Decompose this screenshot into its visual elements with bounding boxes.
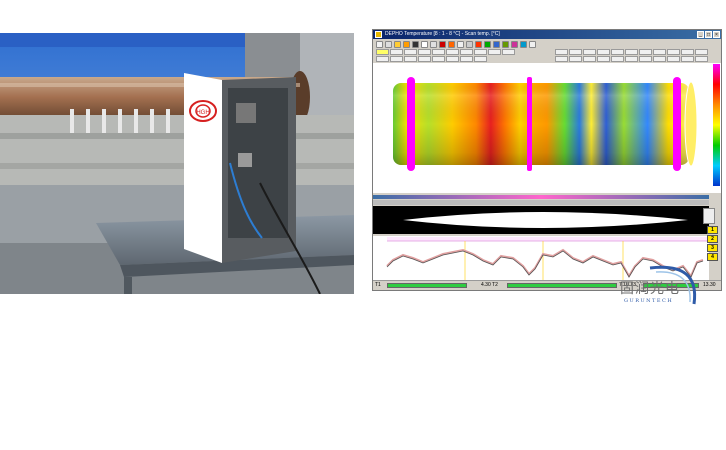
view-tab[interactable] <box>390 56 403 62</box>
status-t2: 4.30 T2 <box>481 282 498 288</box>
side-button-3[interactable]: 3 <box>707 244 718 252</box>
view-tab[interactable] <box>460 49 473 55</box>
view-tab[interactable] <box>446 56 459 62</box>
view-tab[interactable] <box>639 49 652 55</box>
view-tab[interactable] <box>376 56 389 62</box>
view-tab[interactable] <box>488 49 501 55</box>
view-tab[interactable] <box>460 56 473 62</box>
view-tab[interactable] <box>597 56 610 62</box>
view-tab[interactable] <box>555 49 568 55</box>
tyre-marker-2 <box>527 77 532 171</box>
side-button-2[interactable]: 2 <box>707 235 718 243</box>
view-tab[interactable] <box>583 56 596 62</box>
view-tab[interactable] <box>376 49 389 55</box>
status-t1: T1 <box>375 282 381 288</box>
view-tab[interactable] <box>653 49 666 55</box>
minimize-button[interactable]: _ <box>697 31 704 38</box>
view-tab[interactable] <box>569 49 582 55</box>
palette-icon[interactable] <box>493 40 500 48</box>
view-tabs-right-2 <box>555 56 708 62</box>
scanner-app-window: DEPHO Temperature [8 : 1 - 8 °C] - Scan … <box>372 29 722 291</box>
search-icon[interactable] <box>376 40 383 48</box>
field-photo: HGH <box>0 33 354 294</box>
view-tabs-left <box>376 49 515 55</box>
undo-icon[interactable] <box>457 40 464 48</box>
window-title: DEPHO Temperature [8 : 1 - 8 °C] - Scan … <box>385 31 500 37</box>
tyre-marker-3 <box>673 77 681 171</box>
save-icon[interactable] <box>403 40 410 48</box>
view-tab[interactable] <box>695 49 708 55</box>
view-tab[interactable] <box>597 49 610 55</box>
alarm-icon[interactable] <box>475 40 482 48</box>
view-tab[interactable] <box>625 56 638 62</box>
view-tab[interactable] <box>625 49 638 55</box>
view-tab[interactable] <box>418 56 431 62</box>
print-icon[interactable] <box>421 40 428 48</box>
view-tab[interactable] <box>502 49 515 55</box>
zoom-icon[interactable] <box>385 40 392 48</box>
temperature-color-scale <box>713 64 720 186</box>
view-tab[interactable] <box>418 49 431 55</box>
view-tab[interactable] <box>667 49 680 55</box>
view-tab[interactable] <box>555 56 568 62</box>
axis-strip <box>373 200 709 205</box>
view-tab[interactable] <box>611 49 624 55</box>
view-tab[interactable] <box>695 56 708 62</box>
camera-icon[interactable] <box>412 40 419 48</box>
view-tab[interactable] <box>569 56 582 62</box>
view-tab[interactable] <box>583 49 596 55</box>
tyre-marker-1 <box>407 77 415 171</box>
view-tab[interactable] <box>653 56 666 62</box>
profile-control[interactable] <box>703 208 715 224</box>
color-icon[interactable] <box>448 40 455 48</box>
shell-profile-view <box>373 206 709 234</box>
watermark-english: GURUNTECH <box>624 298 674 304</box>
view-tabs-right <box>555 49 708 55</box>
view-tabs-left-2 <box>376 56 487 62</box>
view-tab[interactable] <box>390 49 403 55</box>
record-icon[interactable] <box>439 40 446 48</box>
position-bar <box>373 195 709 199</box>
view-tab[interactable] <box>446 49 459 55</box>
play-icon[interactable] <box>484 40 491 48</box>
view-tab[interactable] <box>611 56 624 62</box>
watermark-chinese: 固润光电 <box>620 281 680 297</box>
title-bar: DEPHO Temperature [8 : 1 - 8 °C] - Scan … <box>373 30 721 39</box>
view-tab[interactable] <box>474 49 487 55</box>
app-icon <box>375 31 382 38</box>
view-tab[interactable] <box>432 49 445 55</box>
view-tab[interactable] <box>639 56 652 62</box>
view-tab[interactable] <box>432 56 445 62</box>
redo-icon[interactable] <box>466 40 473 48</box>
side-button-1[interactable]: 1 <box>707 226 718 234</box>
maximize-button[interactable]: □ <box>705 31 712 38</box>
chart-icon[interactable] <box>511 40 518 48</box>
status-progress-1 <box>387 283 467 288</box>
thermal-kiln-image[interactable] <box>373 63 721 193</box>
profile-icon[interactable] <box>502 40 509 48</box>
view-tab[interactable] <box>404 56 417 62</box>
folder-icon[interactable] <box>394 40 401 48</box>
side-button-4[interactable]: 4 <box>707 253 718 261</box>
close-button[interactable]: × <box>713 31 720 38</box>
view-tab[interactable] <box>667 56 680 62</box>
view-tab[interactable] <box>681 56 694 62</box>
toolbar <box>373 39 721 49</box>
company-watermark: 固润光电 GURUNTECH <box>610 262 718 310</box>
status-progress-2 <box>507 283 617 288</box>
view-tab[interactable] <box>474 56 487 62</box>
logo-text: HGH <box>196 110 209 116</box>
settings-icon[interactable] <box>520 40 527 48</box>
help-icon[interactable] <box>529 40 536 48</box>
view-tab[interactable] <box>404 49 417 55</box>
grid-icon[interactable] <box>430 40 437 48</box>
view-tab[interactable] <box>681 49 694 55</box>
